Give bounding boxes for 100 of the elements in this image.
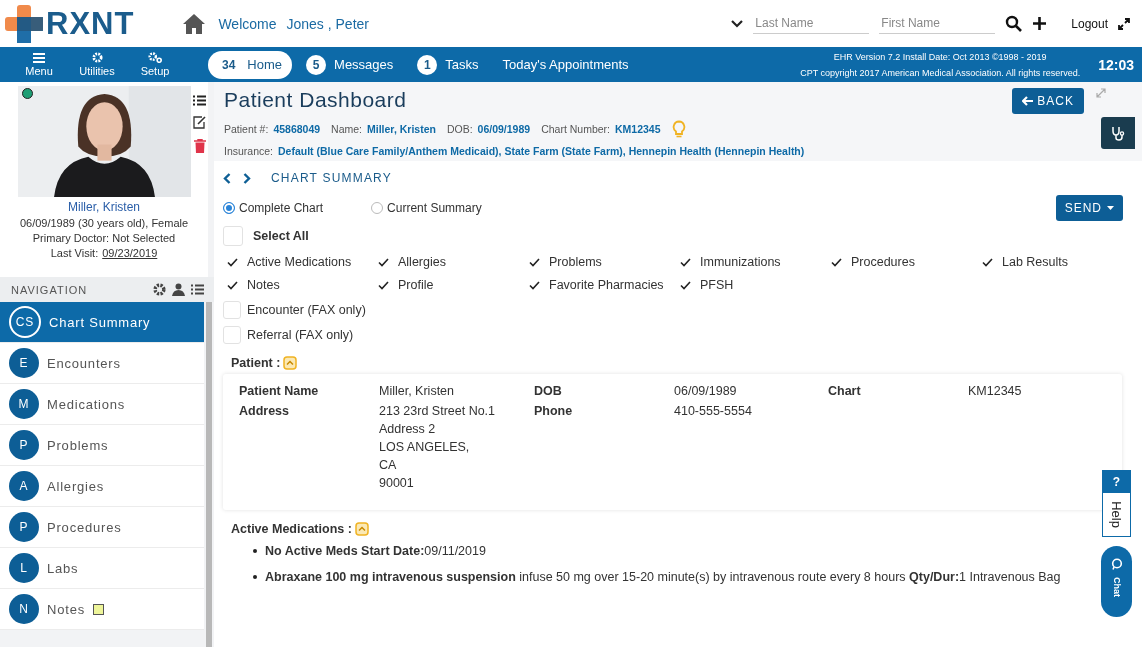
home-icon[interactable]: [182, 12, 207, 35]
check-icon: [679, 280, 691, 290]
previous-icon[interactable]: [223, 172, 231, 184]
field-label: Chart: [828, 384, 862, 398]
navigation-item[interactable]: P Procedures: [0, 507, 204, 548]
navigation-item[interactable]: A Allergies: [0, 466, 204, 507]
last-visit-link[interactable]: 09/23/2019: [102, 247, 158, 259]
expand-icon[interactable]: [1118, 17, 1130, 30]
check-icon: [830, 257, 842, 267]
patient-section-title: Patient :: [231, 356, 281, 370]
logout-link[interactable]: Logout: [1071, 16, 1108, 31]
radio-option[interactable]: Current Summary: [371, 201, 482, 215]
section-checkbox[interactable]: Notes: [223, 276, 374, 294]
field-value: 410-555-5554: [674, 404, 753, 418]
dob-text: 06/09/1989 (30 years old), Female: [19, 217, 189, 229]
navigation-item[interactable]: E Encounters: [0, 343, 204, 384]
help-tab[interactable]: ? Help: [1102, 470, 1131, 537]
section-title: CHART SUMMARY: [271, 171, 392, 185]
trash-icon[interactable]: [193, 139, 206, 153]
user-name: Jones , Peter: [286, 15, 369, 32]
section-checkbox[interactable]: PFSH: [676, 276, 827, 294]
check-icon: [679, 257, 691, 267]
section-checkbox[interactable]: Problems: [525, 253, 676, 271]
collapse-icon[interactable]: [283, 356, 298, 370]
chat-button[interactable]: Chat: [1101, 546, 1132, 617]
field-label: DOB: [534, 384, 563, 398]
medication-entry: No Active Meds Start Date:09/11/2019: [265, 544, 486, 558]
doctor-text: Primary Doctor: Not Selected: [32, 232, 176, 244]
field-value: LOS ANGELES,: [379, 440, 471, 454]
section-checkbox[interactable]: Procedures: [827, 253, 978, 271]
check-icon: [226, 257, 238, 267]
settings-icon[interactable]: [153, 283, 166, 296]
gear-icon: [91, 52, 103, 63]
field-value: 213 23rd Street No.1: [379, 404, 497, 418]
stethoscope-button[interactable]: [1101, 117, 1135, 149]
clock-time: 12:03: [1098, 56, 1134, 73]
nav-tab[interactable]: 34 Home: [208, 50, 293, 79]
chevron-down-icon[interactable]: [731, 18, 744, 29]
field-value: 06/09/1989: [674, 384, 738, 398]
section-checkbox[interactable]: Immunizations: [676, 253, 827, 271]
toolbar-button[interactable]: Menu: [10, 52, 68, 77]
stethoscope-icon: [1111, 125, 1125, 141]
arrow-left-icon: [1022, 96, 1034, 106]
list-icon[interactable]: [191, 284, 204, 295]
check-icon: [377, 280, 389, 290]
list-icon[interactable]: [193, 95, 206, 106]
edit-icon[interactable]: [193, 116, 206, 129]
nav-tab[interactable]: 5 Messages: [300, 50, 404, 79]
bullet-icon: [253, 549, 257, 553]
fax-checkbox[interactable]: Encounter (FAX only): [223, 301, 1122, 319]
select-all-checkbox[interactable]: Select All: [223, 226, 1122, 246]
navigation-item[interactable]: P Problems: [0, 425, 204, 466]
section-checkbox[interactable]: Allergies: [374, 253, 525, 271]
navigation-item[interactable]: L Labs: [0, 548, 204, 589]
caret-icon: [1107, 206, 1114, 210]
gears-icon: [147, 52, 163, 63]
meta-label: Chart Number:: [541, 123, 610, 135]
section-checkbox[interactable]: Favorite Pharmacies: [525, 276, 676, 294]
meta-value: KM12345: [615, 123, 661, 135]
meta-value: 06/09/1989: [477, 123, 531, 135]
toolbar-button[interactable]: Setup: [126, 52, 184, 77]
section-checkbox[interactable]: Active Medications: [223, 253, 374, 271]
person-icon[interactable]: [172, 283, 185, 296]
navigation-item[interactable]: CS Chart Summary: [0, 302, 204, 343]
insurance-value: Default (Blue Care Family/Anthem Medicaid), State Farm (State Farm), Hennepin Health (Hennepin Health): [278, 145, 805, 157]
chat-icon: [1110, 558, 1123, 570]
meta-label: Patient #:: [224, 123, 269, 135]
version-text: EHR Version 7.2 Install Date: Oct 2013 ©1998 - 2019: [833, 51, 1047, 62]
navigation-item[interactable]: M Medications: [0, 384, 204, 425]
radio-option[interactable]: Complete Chart: [223, 201, 324, 215]
search-icon[interactable]: [1005, 15, 1023, 32]
bullet-icon: [253, 575, 257, 579]
send-button[interactable]: SEND: [1055, 195, 1123, 221]
field-label: Phone: [534, 404, 574, 420]
toolbar-button[interactable]: Utilities: [68, 52, 126, 77]
patient-name-link[interactable]: Miller, Kristen: [68, 200, 140, 214]
collapse-icon[interactable]: [354, 522, 369, 536]
fax-checkbox[interactable]: Referral (FAX only): [223, 326, 1122, 344]
section-checkbox[interactable]: Lab Results: [978, 253, 1129, 271]
meta-value: 45868049: [273, 123, 321, 135]
check-icon: [226, 280, 238, 290]
back-button[interactable]: BACK: [1012, 88, 1084, 114]
section-checkbox[interactable]: Profile: [374, 276, 525, 294]
insurance-label: Insurance:: [224, 145, 274, 157]
navigation-item[interactable]: N Notes: [0, 589, 204, 630]
field-value: KM12345: [968, 384, 1023, 398]
check-icon: [377, 257, 389, 267]
plus-icon[interactable]: [1032, 16, 1048, 31]
field-value: 90001: [379, 476, 415, 490]
last-visit-label: Last Visit:: [50, 247, 99, 259]
copyright-text: CPT copyright 2017 American Medical Association. All rights reserved.: [800, 67, 1081, 78]
nav-tab[interactable]: Today's Appointments: [496, 53, 639, 76]
check-icon: [528, 280, 540, 290]
nav-tab[interactable]: 1 Tasks: [411, 50, 489, 79]
meta-value: Miller, Kristen: [367, 123, 436, 135]
check-icon: [981, 257, 993, 267]
navigation-title: NAVIGATION: [11, 283, 88, 296]
welcome-text: Welcome: [218, 15, 277, 32]
next-icon[interactable]: [243, 172, 251, 184]
page-title: Patient Dashboard: [224, 88, 408, 112]
